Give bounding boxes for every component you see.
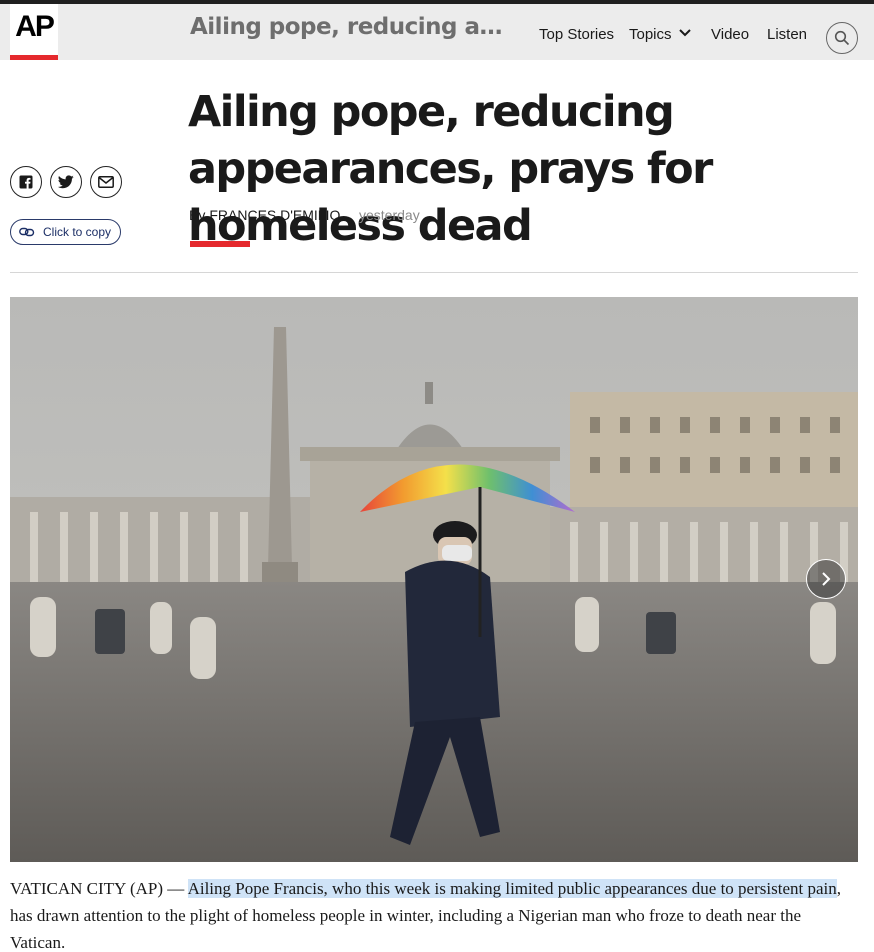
highlighted-text[interactable]: Ailing Pope Francis, who this week is ma… [187,879,837,898]
byline-prefix: By [189,207,206,223]
photo-illustration [10,297,858,862]
nav-topics-label: Topics [629,26,672,43]
section-divider [10,272,858,273]
article-headline: Ailing pope, reducing appearances, prays… [188,87,713,251]
copy-link-button[interactable]: Click to copy [10,219,121,245]
search-icon [834,30,850,46]
share-facebook-button[interactable] [10,166,42,198]
search-button[interactable] [826,22,858,54]
header-article-title: Ailing pope, reducing appearances, prays… [190,14,510,40]
twitter-icon [58,175,74,189]
article-first-paragraph: VATICAN CITY (AP) — Ailing Pope Francis,… [10,875,860,952]
copy-link-label: Click to copy [43,225,112,239]
nav-listen[interactable]: Listen [767,26,807,43]
nav-topics[interactable]: Topics [629,26,691,43]
dateline: VATICAN CITY (AP) — [10,879,188,898]
ap-logo[interactable]: AP [10,4,58,60]
accent-rule [190,241,250,247]
link-icon [19,227,35,237]
author-link[interactable]: FRANCES D'EMILIO [209,207,340,223]
logo-red-bar [10,55,58,60]
email-icon [98,176,114,188]
lead-photo[interactable] [10,297,858,862]
chevron-right-icon [822,572,831,586]
facebook-icon [19,175,33,189]
site-header: AP Ailing pope, reducing appearances, pr… [0,4,874,60]
logo-text: AP [15,10,55,43]
chevron-down-icon [679,29,691,37]
nav-top-stories[interactable]: Top Stories [539,26,614,43]
article-timestamp: yesterday [359,207,420,223]
byline: By FRANCES D'EMILIO [189,207,340,223]
share-twitter-button[interactable] [50,166,82,198]
nav-video[interactable]: Video [711,26,749,43]
share-email-button[interactable] [90,166,122,198]
photo-next-button[interactable] [806,559,846,599]
